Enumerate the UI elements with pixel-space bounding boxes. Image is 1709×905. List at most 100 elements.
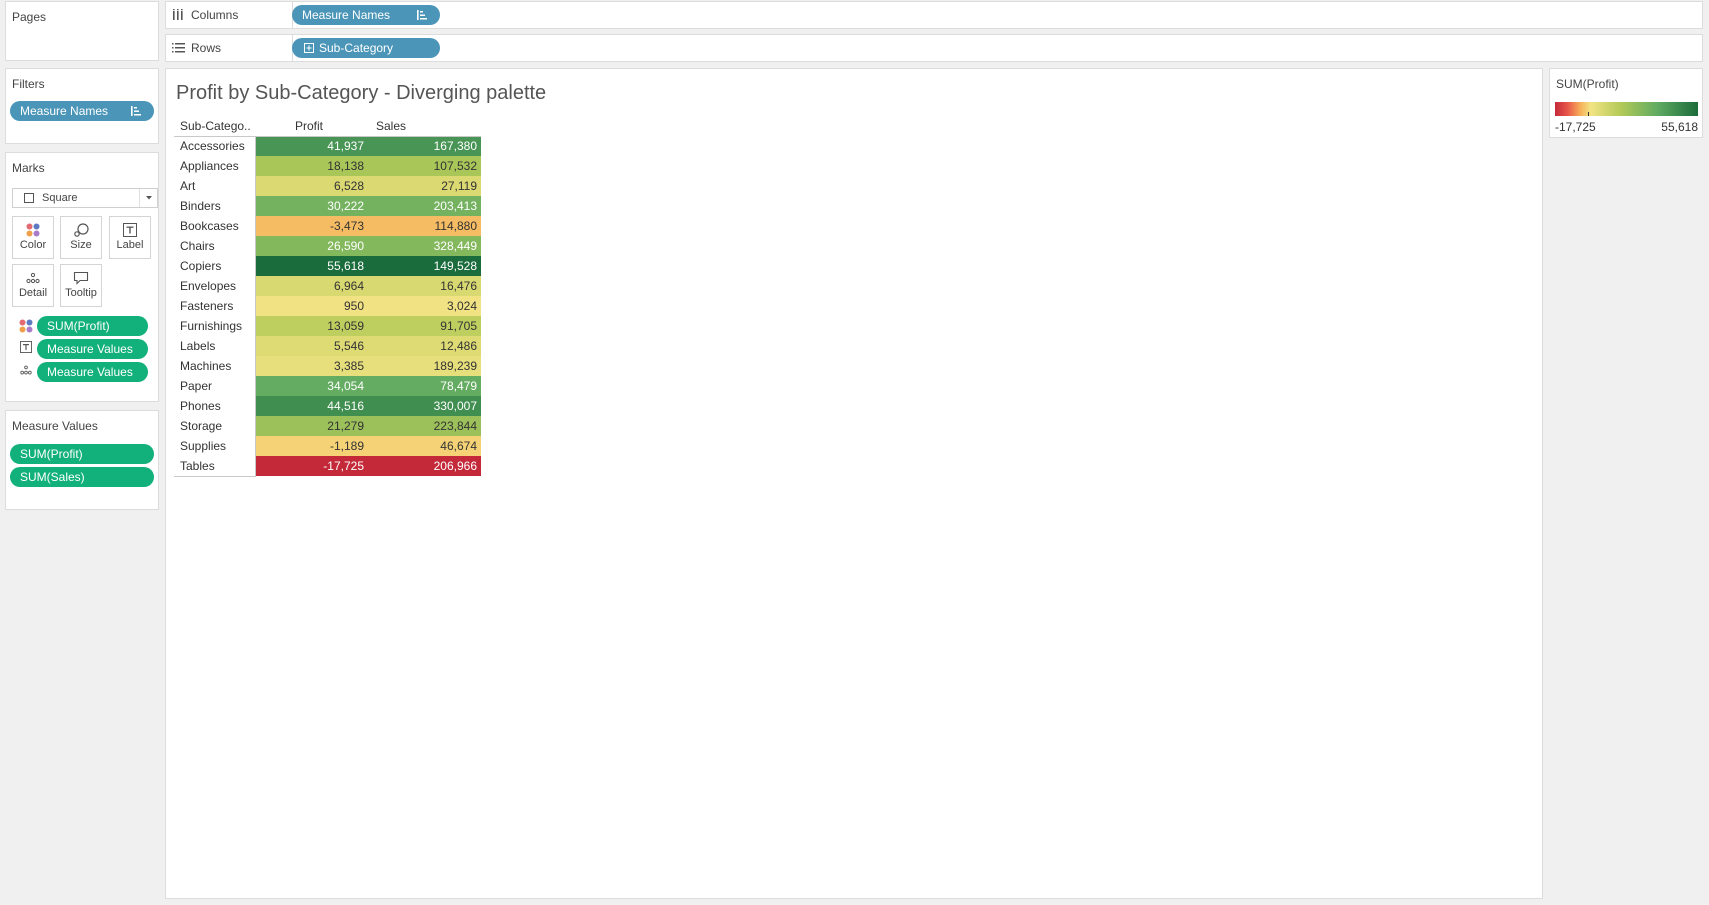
sub-category-cell[interactable]: Bookcases xyxy=(174,216,256,236)
sales-cell[interactable]: 78,479 xyxy=(368,376,481,396)
marks-detail-measure-values-pill[interactable]: Measure Values xyxy=(37,362,148,382)
sales-cell[interactable]: 149,528 xyxy=(368,256,481,276)
color-button[interactable]: Color xyxy=(12,216,54,259)
rows-shelf[interactable]: Rows Sub-Category xyxy=(165,34,1703,62)
legend-zero-tick xyxy=(1588,112,1589,116)
table-row[interactable]: Paper 34,054 78,479 xyxy=(174,376,481,396)
header-sales[interactable]: Sales xyxy=(368,116,481,137)
mark-type-dropdown[interactable]: Square xyxy=(12,188,158,208)
sub-category-cell[interactable]: Labels xyxy=(174,336,256,356)
profit-cell[interactable]: 44,516 xyxy=(255,396,368,416)
profit-cell[interactable]: 5,546 xyxy=(255,336,368,356)
profit-cell[interactable]: -1,189 xyxy=(255,436,368,456)
profit-cell[interactable]: 34,054 xyxy=(255,376,368,396)
sales-cell[interactable]: 16,476 xyxy=(368,276,481,296)
table-row[interactable]: Labels 5,546 12,486 xyxy=(174,336,481,356)
profit-cell[interactable]: 55,618 xyxy=(255,256,368,276)
sales-cell[interactable]: 27,119 xyxy=(368,176,481,196)
profit-cell[interactable]: 6,964 xyxy=(255,276,368,296)
table-row[interactable]: Copiers 55,618 149,528 xyxy=(174,256,481,276)
marks-card[interactable]: Marks Square Color Size Label Detail Too… xyxy=(5,152,159,402)
table-row[interactable]: Envelopes 6,964 16,476 xyxy=(174,276,481,296)
rows-pill-label: Sub-Category xyxy=(319,41,394,55)
sales-cell[interactable]: 91,705 xyxy=(368,316,481,336)
profit-cell[interactable]: 26,590 xyxy=(255,236,368,256)
profit-cell[interactable]: 30,222 xyxy=(255,196,368,216)
table-row[interactable]: Chairs 26,590 328,449 xyxy=(174,236,481,256)
legend-gradient-bar[interactable] xyxy=(1555,102,1698,116)
table-row[interactable]: Fasteners 950 3,024 xyxy=(174,296,481,316)
sales-cell[interactable]: 328,449 xyxy=(368,236,481,256)
sub-category-cell[interactable]: Furnishings xyxy=(174,316,256,336)
sub-category-cell[interactable]: Storage xyxy=(174,416,256,436)
profit-cell[interactable]: 41,937 xyxy=(255,136,368,156)
label-button[interactable]: Label xyxy=(109,216,151,259)
sub-category-cell[interactable]: Paper xyxy=(174,376,256,396)
sales-cell[interactable]: 114,880 xyxy=(368,216,481,236)
profit-cell[interactable]: 18,138 xyxy=(255,156,368,176)
profit-cell[interactable]: -3,473 xyxy=(255,216,368,236)
profit-cell[interactable]: 6,528 xyxy=(255,176,368,196)
tooltip-button-label: Tooltip xyxy=(65,287,97,299)
filter-measure-names-pill[interactable]: Measure Names xyxy=(10,101,154,121)
marks-label-measure-values-pill[interactable]: Measure Values xyxy=(37,339,148,359)
sub-category-cell[interactable]: Chairs xyxy=(174,236,256,256)
pages-card[interactable]: Pages xyxy=(5,1,159,61)
sales-cell[interactable]: 167,380 xyxy=(368,136,481,156)
profit-cell[interactable]: 21,279 xyxy=(255,416,368,436)
table-row[interactable]: Phones 44,516 330,007 xyxy=(174,396,481,416)
detail-button[interactable]: Detail xyxy=(12,264,54,307)
table-row[interactable]: Supplies -1,189 46,674 xyxy=(174,436,481,456)
sub-category-cell[interactable]: Fasteners xyxy=(174,296,256,316)
header-profit[interactable]: Profit xyxy=(255,116,368,137)
measure-value-pill[interactable]: SUM(Profit) xyxy=(10,444,154,464)
sales-cell[interactable]: 3,024 xyxy=(368,296,481,316)
table-row[interactable]: Appliances 18,138 107,532 xyxy=(174,156,481,176)
table-row[interactable]: Accessories 41,937 167,380 xyxy=(174,136,481,156)
table-row[interactable]: Machines 3,385 189,239 xyxy=(174,356,481,376)
sales-cell[interactable]: 12,486 xyxy=(368,336,481,356)
sub-category-cell[interactable]: Envelopes xyxy=(174,276,256,296)
filters-card[interactable]: Filters Measure Names xyxy=(5,68,159,144)
sales-cell[interactable]: 46,674 xyxy=(368,436,481,456)
table-row[interactable]: Bookcases -3,473 114,880 xyxy=(174,216,481,236)
profit-cell[interactable]: 950 xyxy=(255,296,368,316)
measure-values-card[interactable]: Measure Values SUM(Profit) SUM(Sales) xyxy=(5,410,159,510)
sub-category-cell[interactable]: Art xyxy=(174,176,256,196)
crosstab-table[interactable]: Sub-Catego.. Profit Sales Accessories 41,… xyxy=(174,116,481,477)
table-row[interactable]: Binders 30,222 203,413 xyxy=(174,196,481,216)
sub-category-cell[interactable]: Accessories xyxy=(174,136,256,156)
color-button-label: Color xyxy=(19,239,47,251)
profit-cell[interactable]: 3,385 xyxy=(255,356,368,376)
sub-category-cell[interactable]: Copiers xyxy=(174,256,256,276)
rows-sub-category-pill[interactable]: Sub-Category xyxy=(292,38,440,58)
sales-cell[interactable]: 189,239 xyxy=(368,356,481,376)
table-row[interactable]: Art 6,528 27,119 xyxy=(174,176,481,196)
profit-cell[interactable]: 13,059 xyxy=(255,316,368,336)
sales-cell[interactable]: 203,413 xyxy=(368,196,481,216)
sales-cell[interactable]: 107,532 xyxy=(368,156,481,176)
pages-title: Pages xyxy=(12,10,47,24)
sub-category-cell[interactable]: Binders xyxy=(174,196,256,216)
table-row[interactable]: Storage 21,279 223,844 xyxy=(174,416,481,436)
tooltip-button[interactable]: Tooltip xyxy=(60,264,102,307)
profit-cell[interactable]: -17,725 xyxy=(255,456,368,476)
sub-category-cell[interactable]: Tables xyxy=(174,456,256,477)
sales-cell[interactable]: 223,844 xyxy=(368,416,481,436)
sales-cell[interactable]: 330,007 xyxy=(368,396,481,416)
table-row[interactable]: Tables -17,725 206,966 xyxy=(174,456,481,477)
header-sub-category[interactable]: Sub-Catego.. xyxy=(174,116,255,137)
sub-category-cell[interactable]: Supplies xyxy=(174,436,256,456)
table-row[interactable]: Furnishings 13,059 91,705 xyxy=(174,316,481,336)
measure-value-label: SUM(Sales) xyxy=(20,470,85,484)
columns-measure-names-pill[interactable]: Measure Names xyxy=(292,5,440,25)
marks-color-sum-profit-pill[interactable]: SUM(Profit) xyxy=(37,316,148,336)
sub-category-cell[interactable]: Phones xyxy=(174,396,256,416)
sub-category-cell[interactable]: Machines xyxy=(174,356,256,376)
size-button[interactable]: Size xyxy=(60,216,102,259)
measure-value-pill[interactable]: SUM(Sales) xyxy=(10,467,154,487)
expand-plus-icon[interactable] xyxy=(304,43,314,53)
columns-shelf[interactable]: Columns Measure Names xyxy=(165,1,1703,29)
sub-category-cell[interactable]: Appliances xyxy=(174,156,256,176)
sales-cell[interactable]: 206,966 xyxy=(368,456,481,476)
